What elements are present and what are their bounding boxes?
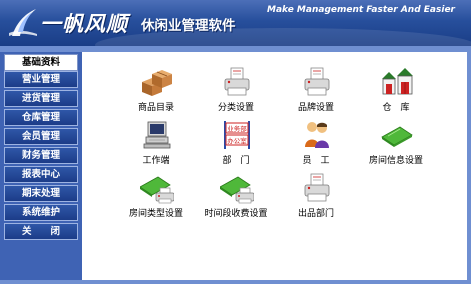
frame-bottom-border — [0, 280, 471, 284]
module-room-type-settings[interactable]: 房间类型设置 — [118, 172, 194, 220]
module-staff[interactable]: 员 工 — [278, 119, 354, 167]
frame-right-border — [467, 46, 471, 284]
sidebar-item-reports[interactable]: 报表中心 — [4, 166, 78, 183]
printer-icon — [304, 67, 330, 96]
module-label: 时间段收费设置 — [204, 209, 268, 219]
module-label: 房间类型设置 — [128, 209, 183, 219]
module-panel: 商品目录 分类设置 品牌设置 仓 库 工作端 业务部 办公室 部 门 员 工 房… — [82, 52, 467, 280]
module-category-settings[interactable]: 分类设置 — [198, 66, 274, 114]
module-label: 分类设置 — [217, 103, 254, 113]
module-label: 品牌设置 — [297, 103, 334, 113]
brand-subtitle: 休闲业管理软件 — [141, 18, 236, 34]
sidebar-item-purchasing[interactable]: 进货管理 — [4, 90, 78, 107]
module-room-info-settings[interactable]: 房间信息设置 — [358, 119, 434, 167]
card-icon — [381, 126, 413, 147]
warehouse-icon — [382, 68, 413, 95]
computer-icon — [143, 121, 171, 149]
module-label: 员 工 — [302, 156, 330, 166]
sail-logo-icon — [9, 9, 37, 36]
module-label: 部 门 — [222, 156, 250, 166]
sidebar-item-basic-data[interactable]: 基础资料 — [4, 54, 78, 71]
module-brand-settings[interactable]: 品牌设置 — [278, 66, 354, 114]
sidebar-item-members[interactable]: 会员管理 — [4, 128, 78, 145]
dept-sign-top: 业务部 — [227, 124, 247, 133]
module-label: 商品目录 — [137, 103, 174, 113]
sidebar-item-warehouse[interactable]: 仓库管理 — [4, 109, 78, 126]
card-printer-icon — [220, 176, 254, 204]
app-window: 一帆风顺 休闲业管理软件 Make Management Faster And … — [0, 0, 471, 284]
module-product-catalog[interactable]: 商品目录 — [118, 66, 194, 114]
sidebar-item-system[interactable]: 系统维护 — [4, 204, 78, 221]
sidebar-item-period-end[interactable]: 期末处理 — [4, 185, 78, 202]
module-workstation[interactable]: 工作端 — [118, 119, 194, 167]
staff-icon — [305, 122, 329, 148]
module-output-department[interactable]: 出品部门 — [278, 172, 354, 220]
module-label: 房间信息设置 — [368, 156, 423, 166]
module-label: 仓 库 — [382, 103, 410, 113]
dept-sign-bottom: 办公室 — [227, 136, 247, 145]
module-time-rate-settings[interactable]: 时间段收费设置 — [198, 172, 274, 220]
sidebar-item-close[interactable]: 关 闭 — [4, 223, 78, 240]
printer-icon — [304, 173, 330, 202]
module-label: 工作端 — [142, 156, 170, 166]
department-icon: 业务部 办公室 — [224, 121, 250, 149]
sidebar-item-sales[interactable]: 营业管理 — [4, 71, 78, 88]
slogan-text: Make Management Faster And Easier — [267, 5, 455, 15]
header-banner: 一帆风顺 休闲业管理软件 Make Management Faster And … — [0, 0, 471, 46]
card-printer-icon — [140, 176, 174, 204]
module-department[interactable]: 业务部 办公室 部 门 — [198, 119, 274, 167]
module-warehouse[interactable]: 仓 库 — [358, 66, 434, 114]
module-label: 出品部门 — [297, 209, 334, 219]
brand-title: 一帆风顺 — [40, 12, 128, 36]
boxes-icon — [142, 70, 172, 96]
sidebar-item-finance[interactable]: 财务管理 — [4, 147, 78, 164]
printer-icon — [224, 67, 250, 96]
sidebar-nav: 基础资料 营业管理 进货管理 仓库管理 会员管理 财务管理 报表中心 期末处理 … — [0, 52, 82, 280]
